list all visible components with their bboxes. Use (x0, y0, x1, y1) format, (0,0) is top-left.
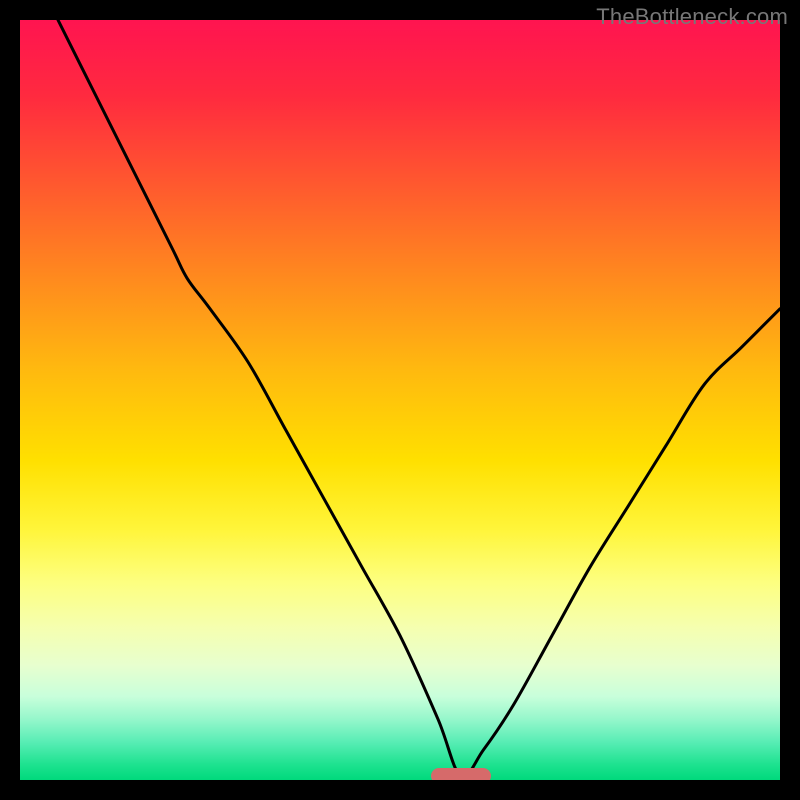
heatmap-gradient (20, 20, 780, 780)
target-marker (431, 768, 491, 780)
watermark-text: TheBottleneck.com (596, 4, 788, 30)
chart-frame: TheBottleneck.com (0, 0, 800, 800)
plot-area (20, 20, 780, 780)
